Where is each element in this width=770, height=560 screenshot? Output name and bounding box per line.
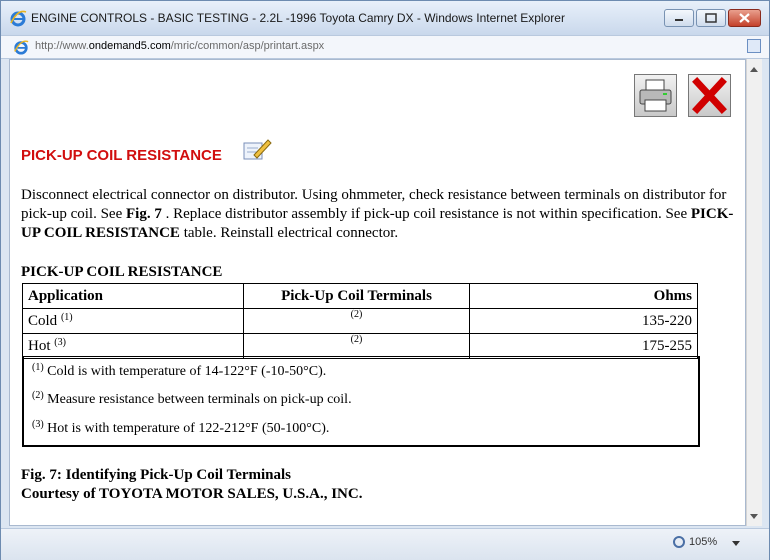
red-x-icon bbox=[692, 77, 727, 114]
status-bar: 105% bbox=[1, 528, 769, 560]
zoom-icon bbox=[673, 536, 685, 548]
column-header-terminals: Pick-Up Coil Terminals bbox=[243, 283, 470, 309]
minimize-button[interactable] bbox=[664, 9, 694, 27]
scroll-down-arrow-icon[interactable] bbox=[750, 514, 758, 519]
instructions-paragraph: Disconnect electrical connector on distr… bbox=[21, 187, 734, 241]
page-title: PICK-UP COIL RESISTANCE bbox=[21, 147, 222, 164]
table-notes: (1) Cold is with temperature of 14-122°F… bbox=[22, 356, 700, 447]
cell-application: Cold (1) bbox=[22, 308, 244, 334]
courtesy-line: Courtesy of TOYOTA MOTOR SALES, U.S.A., … bbox=[21, 486, 363, 502]
close-article-button[interactable] bbox=[688, 74, 731, 117]
note-item: (3) Hot is with temperature of 122-212°F… bbox=[32, 419, 330, 436]
browser-window: ENGINE CONTROLS - BASIC TESTING - 2.2L -… bbox=[0, 0, 770, 560]
scroll-up-arrow-icon[interactable] bbox=[750, 67, 758, 72]
window-title: ENGINE CONTROLS - BASIC TESTING - 2.2L -… bbox=[31, 11, 565, 25]
close-icon bbox=[739, 13, 750, 23]
note-item: (1) Cold is with temperature of 14-122°F… bbox=[32, 362, 327, 379]
maximize-icon bbox=[705, 13, 717, 23]
page-content: PICK-UP COIL RESISTANCE Disconnect elect… bbox=[9, 59, 746, 526]
close-window-button[interactable] bbox=[728, 9, 761, 27]
minimize-icon bbox=[675, 19, 683, 21]
column-header-ohms: Ohms bbox=[469, 283, 698, 309]
url-text: http://www.ondemand5.com/mric/common/asp… bbox=[35, 40, 325, 52]
column-header-application: Application bbox=[22, 283, 244, 309]
table-row: Hot (3) (2) 175-255 bbox=[22, 333, 698, 359]
note-edit-icon[interactable] bbox=[242, 137, 272, 161]
print-button[interactable] bbox=[634, 74, 677, 117]
cell-application: Hot (3) bbox=[22, 333, 244, 359]
zoom-level[interactable]: 105% bbox=[689, 536, 717, 548]
title-bar: ENGINE CONTROLS - BASIC TESTING - 2.2L -… bbox=[1, 1, 769, 35]
note-item: (2) Measure resistance between terminals… bbox=[32, 390, 352, 407]
page-icon bbox=[14, 40, 29, 55]
vertical-scrollbar[interactable] bbox=[746, 59, 762, 526]
printer-icon bbox=[639, 79, 672, 112]
table-title: PICK-UP COIL RESISTANCE bbox=[21, 264, 223, 280]
cell-terminals: (2) bbox=[243, 308, 470, 334]
zoom-dropdown-icon[interactable] bbox=[732, 541, 740, 546]
address-bar[interactable]: http://www.ondemand5.com/mric/common/asp… bbox=[1, 35, 769, 59]
compatibility-view-icon[interactable] bbox=[747, 39, 761, 53]
cell-terminals: (2) bbox=[243, 333, 470, 359]
figure-caption: Fig. 7: Identifying Pick-Up Coil Termina… bbox=[21, 467, 363, 502]
maximize-button[interactable] bbox=[696, 9, 726, 27]
figure-link: Fig. 7 bbox=[125, 206, 162, 222]
cell-ohms: 175-255 bbox=[469, 333, 698, 359]
cell-ohms: 135-220 bbox=[469, 308, 698, 334]
ie-logo-icon bbox=[10, 10, 27, 27]
resistance-table: Application Pick-Up Coil Terminals Ohms … bbox=[22, 283, 698, 359]
table-header-row: Application Pick-Up Coil Terminals Ohms bbox=[22, 283, 698, 309]
table-row: Cold (1) (2) 135-220 bbox=[22, 308, 698, 334]
